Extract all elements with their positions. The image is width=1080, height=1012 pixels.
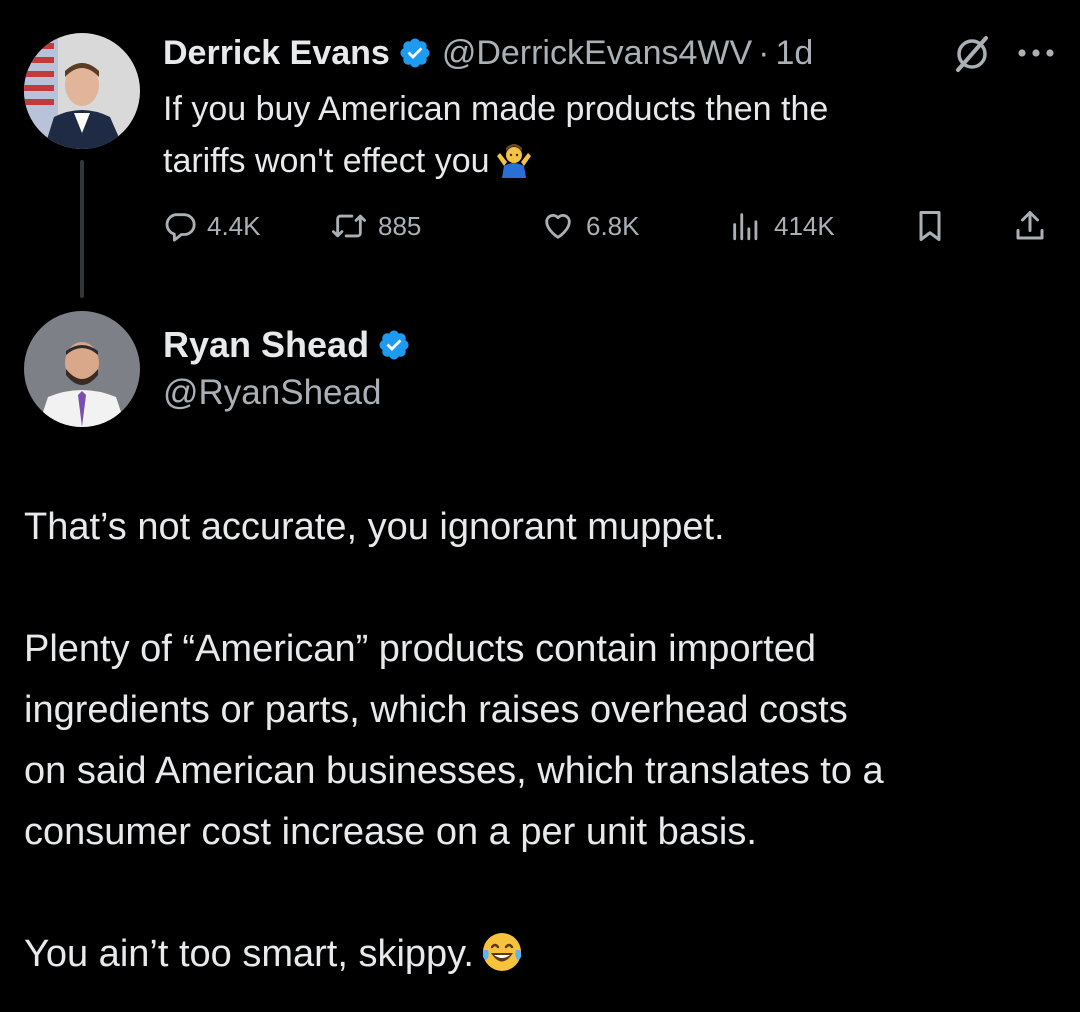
bookmark-button[interactable] [912, 202, 958, 250]
tweet2-header: Ryan Shead [163, 320, 421, 370]
avatar-ryan-shead[interactable] [24, 311, 140, 427]
thread-connector-line [80, 160, 84, 298]
grok-icon[interactable] [950, 32, 994, 76]
views-button[interactable]: 414K [728, 202, 835, 250]
share-button[interactable] [1012, 202, 1058, 250]
repost-button[interactable]: 885 [330, 202, 421, 250]
tweet2-paragraph1: That’s not accurate, you ignorant muppet… [24, 506, 725, 548]
author-name[interactable]: Ryan Shead [163, 324, 369, 366]
tweet2-paragraph2-line3: on said American businesses, which trans… [24, 750, 884, 792]
reply-count: 4.4K [207, 210, 261, 241]
tweet2-text: That’s not accurate, you ignorant muppet… [24, 497, 1064, 985]
shrug-emoji-icon [494, 138, 534, 178]
repost-count: 885 [378, 210, 422, 241]
tweet2-paragraph2-line4: consumer cost increase on a per unit bas… [24, 811, 757, 853]
more-icon[interactable] [1014, 36, 1058, 70]
tweet1-text-line2-wrap: tariffs won't effect you [163, 135, 1043, 187]
like-icon [545, 214, 571, 239]
tweet2-paragraph2-line1: Plenty of “American” products contain im… [24, 628, 817, 670]
author-handle[interactable]: @RyanShead [163, 373, 381, 413]
like-count: 6.8K [586, 210, 640, 241]
share-icon [1016, 211, 1044, 240]
verified-badge-icon[interactable] [398, 36, 432, 70]
reply-button[interactable]: 4.4K [163, 202, 261, 250]
tweet1-text: If you buy American made products then t… [163, 83, 1043, 187]
reply-icon [165, 213, 196, 242]
views-icon [733, 213, 758, 241]
tweet2-paragraph2-line2: ingredients or parts, which raises overh… [24, 689, 848, 731]
timestamp[interactable]: 1d [776, 34, 814, 73]
tweet2-paragraph3: You ain’t too smart, skippy. [24, 933, 474, 975]
tweet2-paragraph3-wrap: You ain’t too smart, skippy. [24, 924, 1064, 985]
bookmark-icon [919, 211, 941, 241]
author-handle[interactable]: @DerrickEvans4WV [442, 34, 752, 73]
verified-badge-icon[interactable] [377, 328, 411, 362]
tweet1-header: Derrick Evans @DerrickEvans4WV · 1d [163, 29, 813, 77]
tweet1-text-line2: tariffs won't effect you [163, 142, 490, 180]
repost-icon [331, 214, 366, 238]
author-name[interactable]: Derrick Evans [163, 34, 390, 73]
like-button[interactable]: 6.8K [540, 202, 640, 250]
tweet1-text-line1: If you buy American made products then t… [163, 90, 829, 128]
laughing-tears-emoji-icon [480, 930, 524, 974]
avatar-derrick-evans[interactable] [24, 33, 140, 149]
separator-dot: · [758, 33, 770, 72]
views-count: 414K [774, 210, 835, 241]
